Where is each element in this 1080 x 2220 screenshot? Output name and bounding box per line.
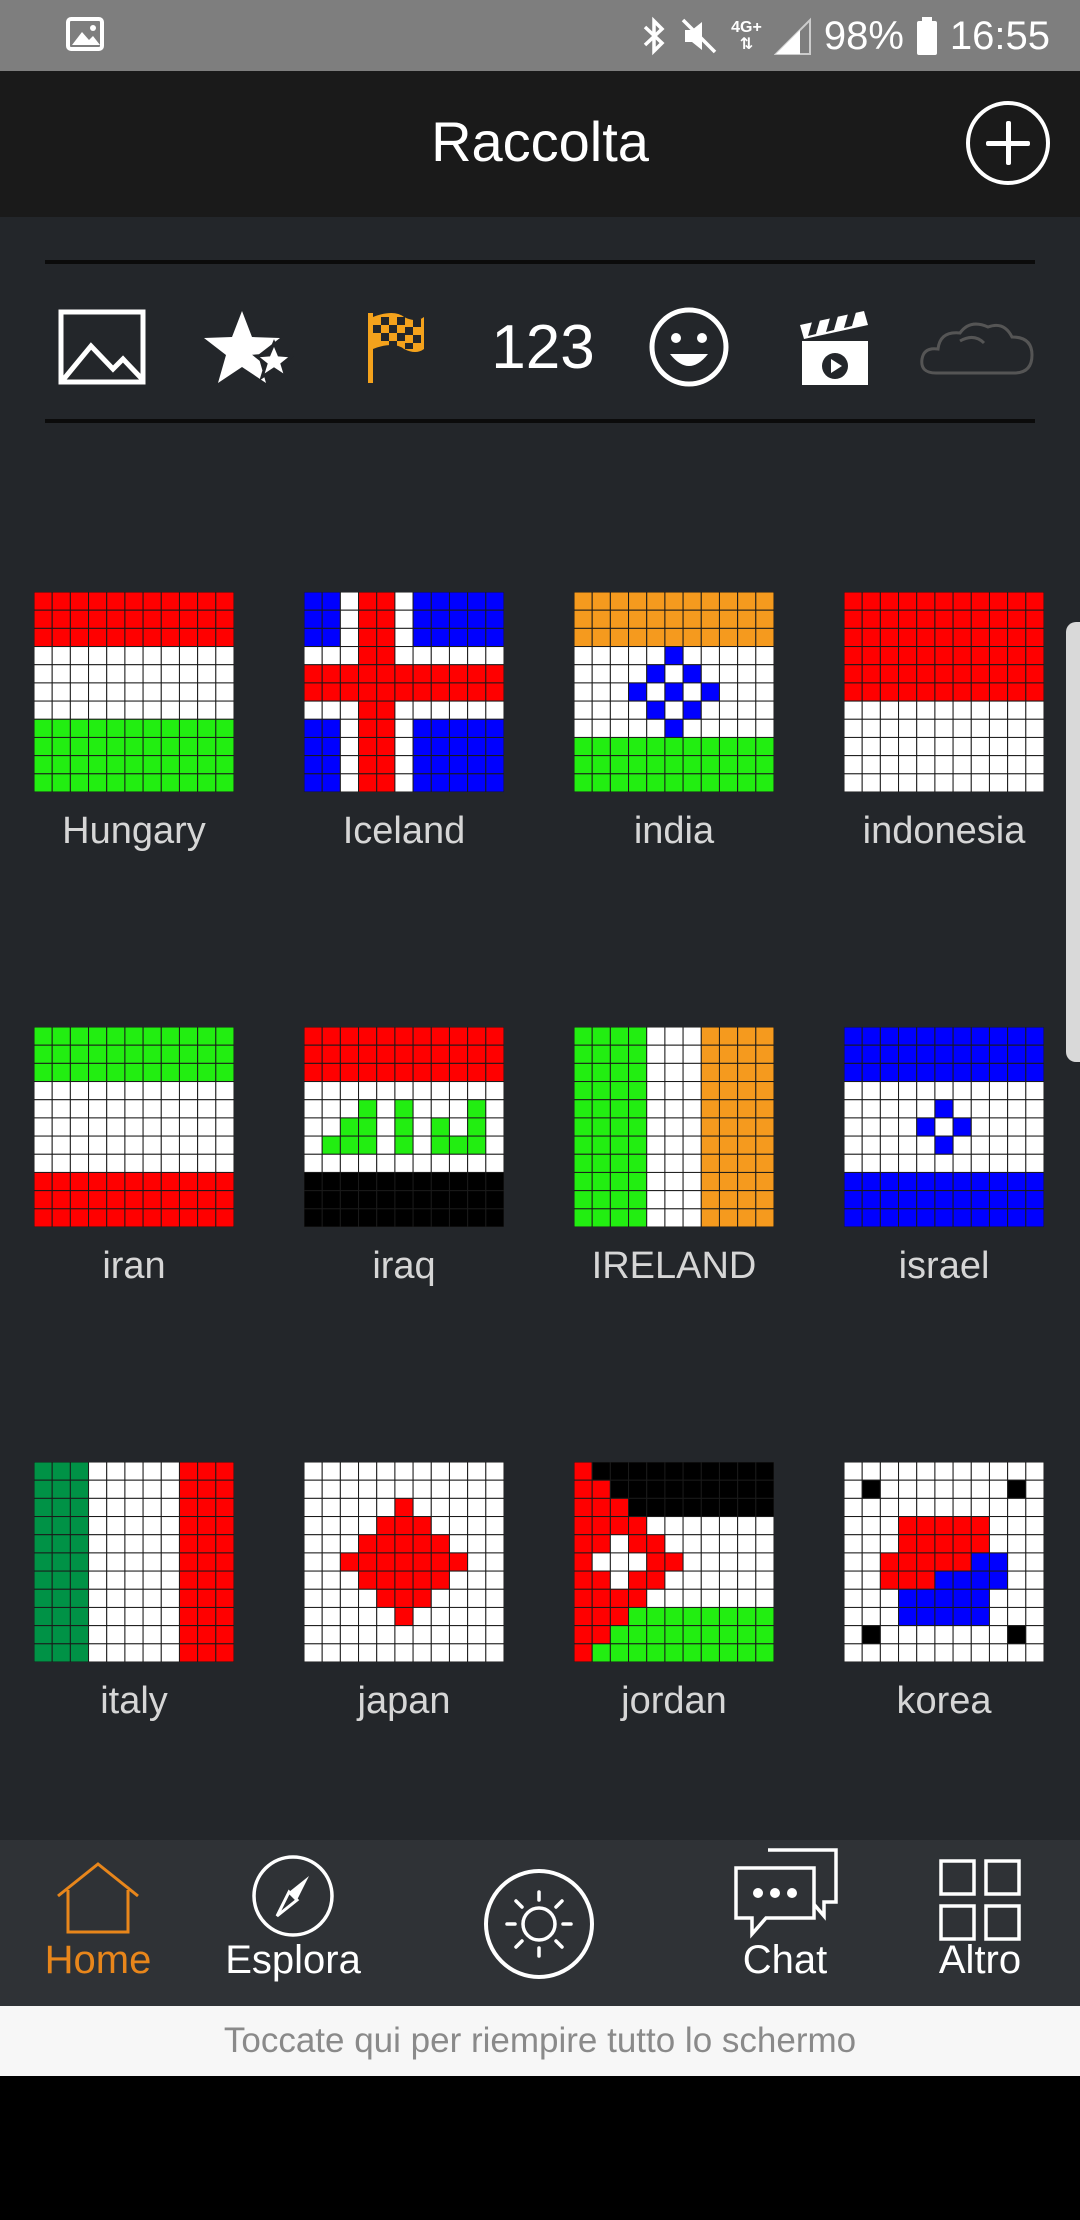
category-emoji[interactable] (648, 287, 730, 407)
flag-pixel-art (574, 1027, 774, 1227)
compass-icon (252, 1855, 334, 1937)
flag-pixel-art (574, 592, 774, 792)
battery-icon (916, 17, 937, 55)
flag-pixel-art (844, 592, 1044, 792)
mute-icon (681, 18, 717, 54)
flag-label: korea (896, 1680, 992, 1722)
nav-explore-label: Esplora (225, 1938, 361, 1982)
flag-item[interactable]: italy (34, 1462, 234, 1722)
home-icon (57, 1862, 139, 1934)
divider-bottom (45, 419, 1035, 423)
bottom-navigation: Home Esplora Chat Altro (0, 1840, 1080, 2006)
cloud-icon (920, 322, 1034, 375)
flag-item[interactable]: japan (304, 1462, 504, 1722)
flag-item[interactable]: jordan (574, 1462, 774, 1722)
smiley-icon (649, 307, 729, 387)
flag-label: IRELAND (591, 1245, 757, 1287)
system-nav-area (0, 2076, 1080, 2220)
grid-icon (939, 1859, 1021, 1941)
flag-item[interactable]: Hungary (34, 592, 234, 852)
image-icon (58, 309, 146, 385)
nav-chat[interactable]: Chat (728, 1840, 842, 2006)
clapperboard-icon (800, 311, 868, 385)
flag-label: italy (100, 1680, 168, 1722)
stars-icon (204, 311, 294, 383)
chat-icon (734, 1848, 838, 1939)
divider-top (45, 260, 1035, 264)
clock: 16:55 (949, 13, 1050, 58)
page-title: Raccolta (431, 110, 649, 173)
app-header: Raccolta (0, 71, 1080, 217)
flag-item[interactable]: israel (844, 1027, 1044, 1287)
category-stars[interactable] (204, 287, 294, 407)
flag-item[interactable]: indonesia (844, 592, 1044, 852)
add-button[interactable] (966, 101, 1050, 185)
flag-item[interactable]: india (574, 592, 774, 852)
flag-label: iraq (372, 1245, 436, 1287)
flag-label: Hungary (62, 810, 206, 852)
category-video[interactable] (798, 287, 870, 407)
flag-pixel-art (574, 1462, 774, 1662)
flag-item[interactable]: iraq (304, 1027, 504, 1287)
category-flags[interactable] (364, 287, 428, 407)
nav-explore[interactable]: Esplora (225, 1840, 361, 2006)
flag-label: indonesia (862, 810, 1026, 852)
flag-pixel-art (304, 1027, 504, 1227)
nav-more-label: Altro (938, 1938, 1022, 1982)
flag-label: iran (102, 1245, 166, 1287)
category-cloud[interactable] (918, 287, 1036, 407)
flag-label: Iceland (342, 810, 466, 852)
bluetooth-icon (643, 16, 665, 56)
flag-pixel-art (34, 1462, 234, 1662)
status-bar: 4G+ ⇅ 98% 16:55 (0, 0, 1080, 71)
flag-item[interactable]: iran (34, 1027, 234, 1287)
collection-content: 123 Hungary Iceland india indonesia iran… (0, 217, 1080, 1840)
fullscreen-hint[interactable]: Toccate qui per riempire tutto lo scherm… (0, 2006, 1080, 2076)
flag-label: india (633, 810, 715, 852)
flag-label: israel (898, 1245, 990, 1287)
flag-label: japan (357, 1680, 451, 1722)
flag-item[interactable]: IRELAND (574, 1027, 774, 1287)
flag-item[interactable]: Iceland (304, 592, 504, 852)
network-type: 4G+ ⇅ (731, 19, 762, 53)
checkered-flag-icon (368, 313, 424, 383)
category-bar: 123 (0, 287, 1080, 407)
nav-brightness[interactable] (483, 1840, 595, 2006)
flag-item[interactable]: korea (844, 1462, 1044, 1722)
gallery-notification-icon (66, 17, 104, 51)
numbers-label: 123 (491, 312, 595, 382)
category-images[interactable] (58, 287, 146, 407)
signal-icon (773, 17, 811, 55)
flag-label: jordan (621, 1680, 727, 1722)
flag-pixel-art (34, 592, 234, 792)
flag-pixel-art (844, 1027, 1044, 1227)
nav-chat-label: Chat (742, 1938, 828, 1982)
flag-pixel-art (304, 1462, 504, 1662)
brightness-icon (484, 1869, 594, 1979)
nav-home-label: Home (44, 1938, 152, 1982)
flag-pixel-art (844, 1462, 1044, 1662)
category-numbers[interactable]: 123 (488, 287, 598, 407)
nav-more[interactable]: Altro (936, 1840, 1024, 2006)
flag-pixel-art (34, 1027, 234, 1227)
nav-home[interactable]: Home (45, 1840, 151, 2006)
flag-pixel-art (304, 592, 504, 792)
battery-percent: 98% (823, 13, 904, 58)
